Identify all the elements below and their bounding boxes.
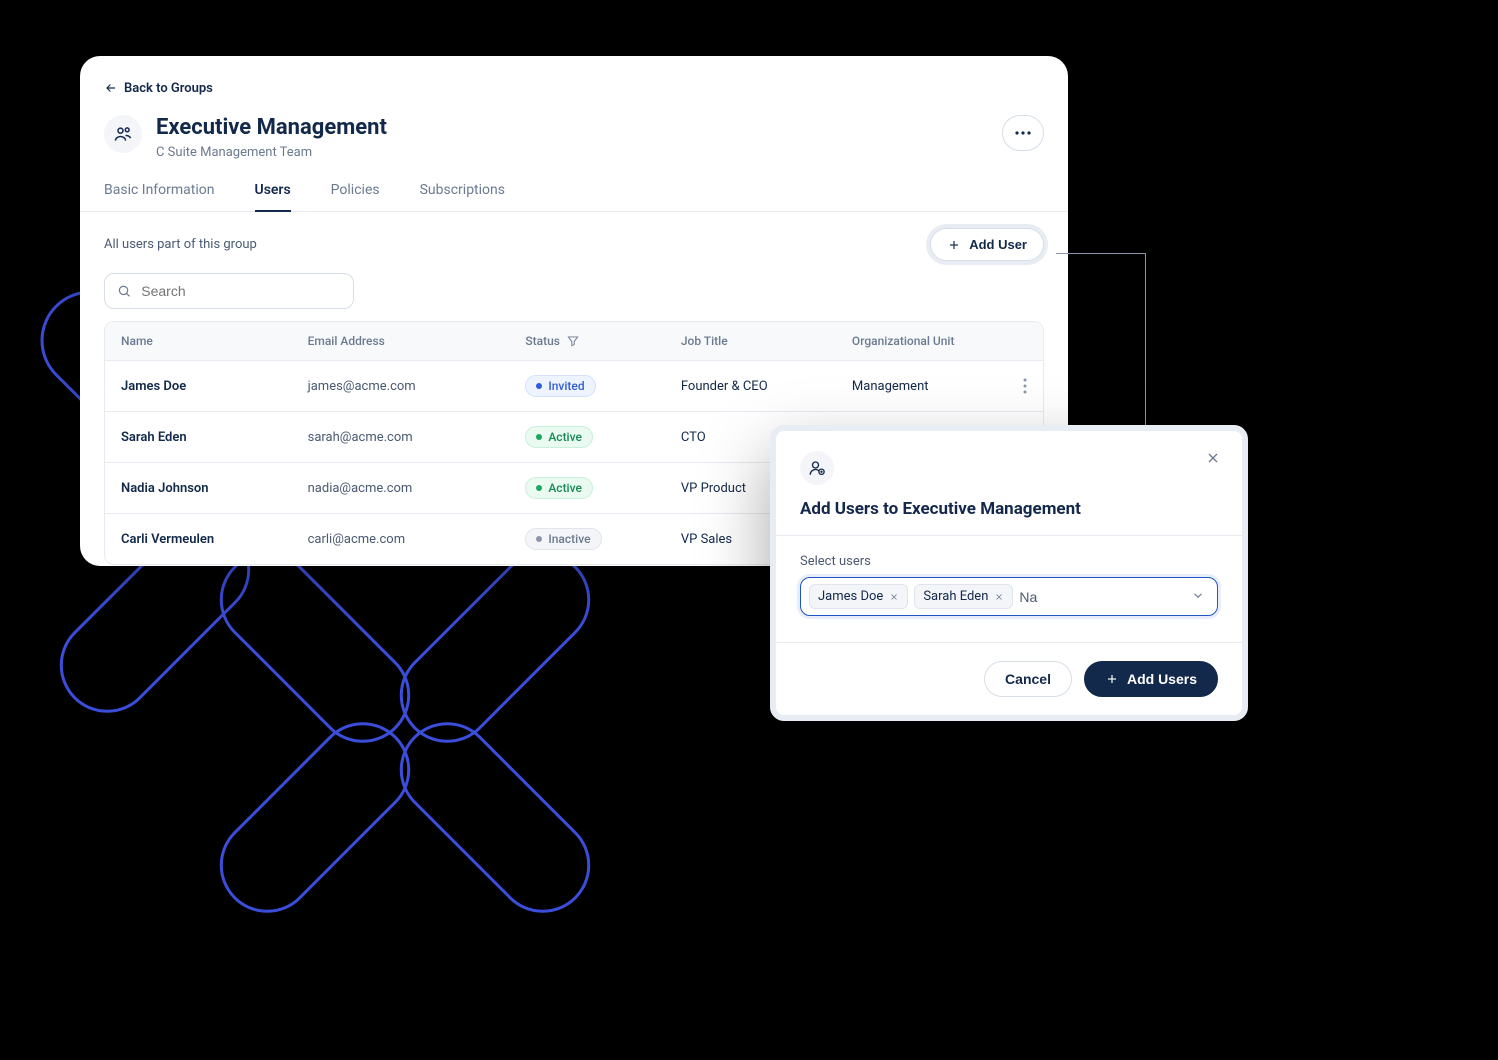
user-chip: Sarah Eden [914, 584, 1013, 609]
cell-name: James Doe [105, 361, 292, 411]
cell-status: Invited [509, 361, 665, 411]
plus-icon [1105, 672, 1119, 686]
tabs: Basic Information Users Policies Subscri… [80, 160, 1068, 212]
chevron-down-icon [1191, 588, 1205, 602]
cell-job-title: Founder & CEO [665, 361, 836, 411]
select-users-label: Select users [800, 554, 1218, 569]
remove-chip-icon[interactable] [994, 592, 1004, 602]
page-title: Executive Management [156, 115, 387, 141]
tab-users[interactable]: Users [255, 182, 291, 212]
cancel-button[interactable]: Cancel [984, 661, 1072, 697]
more-horizontal-icon [1015, 131, 1031, 135]
page-subtitle: C Suite Management Team [156, 145, 387, 160]
cell-name: Carli Vermeulen [105, 514, 292, 564]
user-chip: James Doe [809, 584, 908, 609]
select-users-input[interactable]: James Doe Sarah Eden [800, 577, 1218, 616]
column-header-status[interactable]: Status [509, 322, 665, 360]
decorative-shape [200, 703, 430, 933]
cell-email: nadia@acme.com [292, 463, 510, 513]
cell-email: carli@acme.com [292, 514, 510, 564]
user-add-icon [800, 451, 834, 485]
table-header-row: Name Email Address Status Job Title Orga… [105, 322, 1043, 360]
search-input[interactable] [141, 283, 341, 299]
cell-name: Nadia Johnson [105, 463, 292, 513]
decorative-shape [380, 533, 610, 763]
dropdown-toggle[interactable] [1191, 587, 1205, 606]
tab-subscriptions[interactable]: Subscriptions [420, 182, 505, 211]
add-users-modal: Add Users to Executive Management Select… [770, 425, 1248, 721]
cell-status: Active [509, 463, 665, 513]
table-row[interactable]: James Doe james@acme.com Invited Founder… [105, 360, 1043, 411]
remove-chip-icon[interactable] [889, 592, 899, 602]
cell-email: james@acme.com [292, 361, 510, 411]
plus-icon [947, 238, 961, 252]
more-actions-button[interactable] [1002, 115, 1044, 151]
close-button[interactable] [1202, 447, 1224, 469]
cell-org-unit: Management [836, 361, 1007, 411]
add-user-button-label: Add User [969, 237, 1027, 252]
search-icon [117, 283, 131, 299]
row-actions-button[interactable] [1007, 361, 1043, 411]
tab-policies[interactable]: Policies [331, 182, 380, 211]
arrow-left-icon [104, 81, 118, 95]
select-users-text-input[interactable] [1019, 589, 1181, 605]
add-user-button[interactable]: Add User [930, 228, 1044, 261]
tab-description: All users part of this group [104, 237, 257, 252]
back-link-label: Back to Groups [124, 81, 213, 96]
filter-icon [566, 334, 580, 348]
modal-title: Add Users to Executive Management [800, 499, 1218, 519]
column-header-org-unit[interactable]: Organizational Unit [836, 322, 1007, 360]
decorative-shape [380, 703, 610, 933]
column-header-email[interactable]: Email Address [292, 322, 510, 360]
search-input-wrapper[interactable] [104, 273, 354, 309]
column-header-job-title[interactable]: Job Title [665, 322, 836, 360]
group-icon [104, 115, 142, 153]
more-vertical-icon [1023, 378, 1027, 394]
cell-status: Inactive [509, 514, 665, 564]
tab-basic-information[interactable]: Basic Information [104, 182, 215, 211]
column-header-name[interactable]: Name [105, 322, 292, 360]
cell-email: sarah@acme.com [292, 412, 510, 462]
back-to-groups-link[interactable]: Back to Groups [80, 81, 213, 96]
decorative-shape [200, 533, 430, 763]
cell-name: Sarah Eden [105, 412, 292, 462]
close-icon [1205, 450, 1221, 466]
cell-status: Active [509, 412, 665, 462]
add-users-confirm-button[interactable]: Add Users [1084, 661, 1218, 697]
